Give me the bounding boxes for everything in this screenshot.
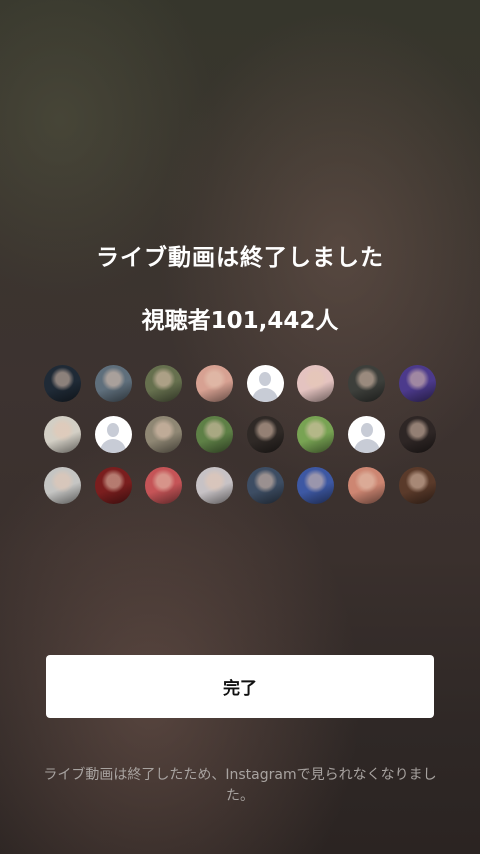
viewer-avatar <box>196 416 234 453</box>
viewer-avatar <box>145 467 183 504</box>
viewer-avatar <box>398 467 436 504</box>
viewer-avatar <box>94 467 132 504</box>
viewer-avatar <box>246 467 284 504</box>
viewer-avatar <box>145 416 183 453</box>
viewer-avatar <box>44 416 81 453</box>
viewer-avatar <box>297 467 335 504</box>
avatar-head-shape <box>360 423 373 437</box>
default-avatar-icon <box>348 416 386 453</box>
avatar-body-shape <box>100 439 127 453</box>
viewer-avatar <box>246 416 284 453</box>
default-avatar-icon <box>94 416 132 453</box>
viewer-avatar <box>94 365 132 402</box>
avatar-body-shape <box>353 439 380 453</box>
viewer-avatar <box>297 416 335 453</box>
avatar-body-shape <box>252 388 279 402</box>
live-ended-title: ライブ動画は終了しました <box>96 245 384 271</box>
viewer-avatar <box>44 467 81 504</box>
default-avatar-icon <box>246 365 284 402</box>
avatar-head-shape <box>259 372 272 386</box>
viewer-count: 視聴者101,442人 <box>141 308 339 334</box>
viewer-avatar <box>44 365 81 402</box>
viewer-avatar <box>196 467 234 504</box>
done-button[interactable]: 完了 <box>46 655 434 718</box>
viewer-avatar <box>398 365 436 402</box>
viewer-avatar-grid <box>44 365 436 504</box>
live-ended-screen: ライブ動画は終了しました 視聴者101,442人 完了 ライブ動画は終了したため… <box>0 0 480 854</box>
viewer-avatar <box>297 365 335 402</box>
avatar-head-shape <box>107 423 120 437</box>
viewer-avatar <box>196 365 234 402</box>
viewer-avatar <box>145 365 183 402</box>
live-ended-note: ライブ動画は終了したため、Instagramで見られなくなりました。 <box>43 767 437 804</box>
viewer-avatar <box>398 416 436 453</box>
viewer-avatar <box>348 467 386 504</box>
viewer-avatar <box>348 365 386 402</box>
